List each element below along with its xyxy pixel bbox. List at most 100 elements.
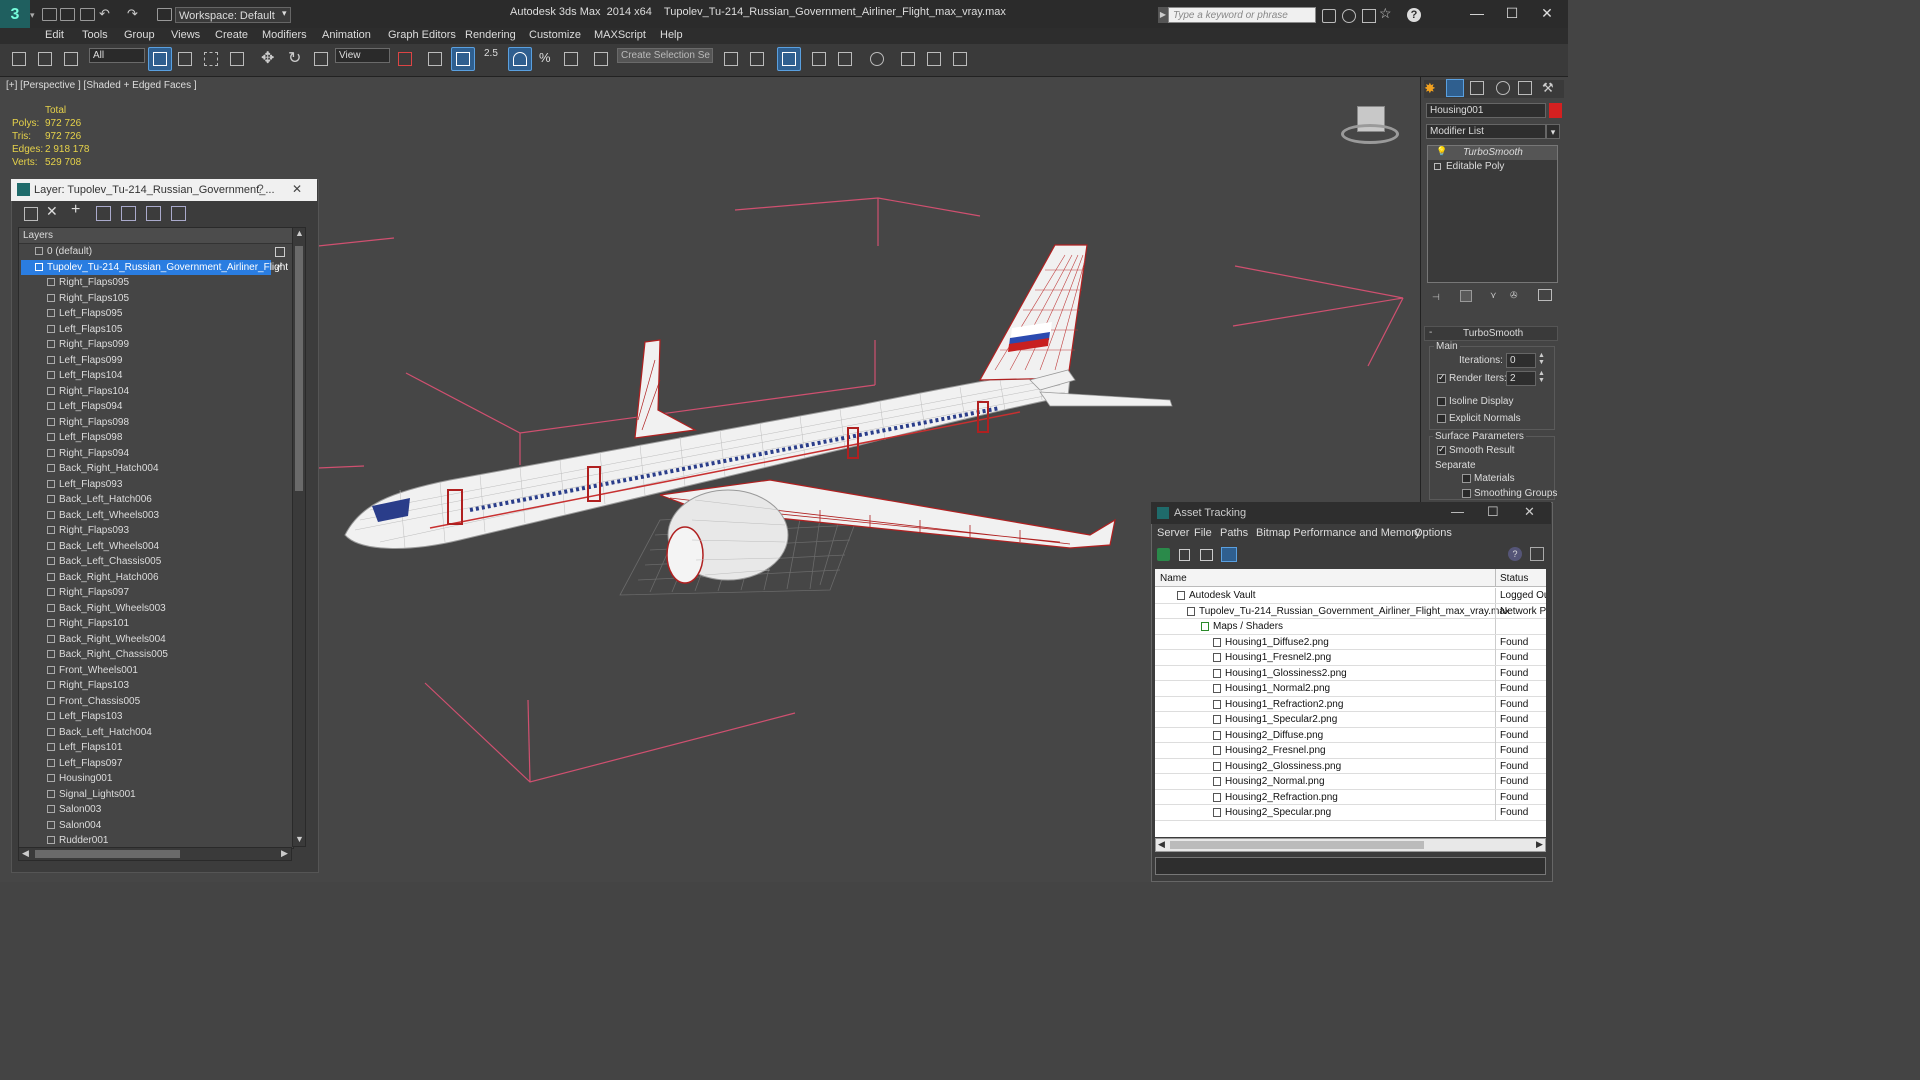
angle-snap-toggle-icon[interactable] [508,47,532,71]
layer-object-row[interactable]: Right_Flaps098 [19,415,293,430]
layer-object-row[interactable]: Right_Flaps094 [19,446,293,461]
menu-views[interactable]: Views [171,28,200,44]
layer-object-row[interactable]: Rudder001 [19,833,293,848]
isoline-display-checkbox[interactable] [1437,397,1446,406]
use-pivot-center-icon[interactable] [394,48,416,70]
viewport-label[interactable]: [+] [Perspective ] [Shaded + Edged Faces… [6,80,197,91]
select-and-link-icon[interactable] [8,48,30,70]
smooth-result-checkbox[interactable]: ✓ [1437,444,1446,455]
asset-row[interactable]: Housing2_Diffuse.png Found [1155,727,1546,743]
highlight-layer-icon[interactable] [121,206,136,221]
workspace-chevron-icon[interactable]: ▾ [282,8,287,19]
menu-maxscript[interactable]: MAXScript [594,28,646,44]
curve-editor-icon[interactable] [834,48,856,70]
configure-modifier-sets-icon[interactable] [1538,289,1552,301]
asset-maximize-button[interactable]: ☐ [1487,504,1499,520]
selection-filter-dropdown[interactable]: All [89,48,145,63]
modifier-list-chevron-icon[interactable]: ▾ [1546,124,1560,139]
render-production-icon[interactable] [949,48,971,70]
layer-object-row[interactable]: Front_Chassis005 [19,694,293,709]
menu-graph-editors[interactable]: Graph Editors [388,28,456,44]
layer-row[interactable]: 0 (default) [19,244,293,259]
materials-checkbox[interactable] [1462,474,1471,483]
scroll-down-arrow-icon[interactable]: ▼ [295,834,304,844]
create-tab-icon[interactable]: ✸ [1424,80,1436,97]
asset-row[interactable]: Housing2_Specular.png Found [1155,805,1546,821]
asset-row[interactable]: Housing1_Glossiness2.png Found [1155,665,1546,681]
layer-object-row[interactable]: Salon004 [19,818,293,833]
layer-object-row[interactable]: Left_Flaps101 [19,740,293,755]
h-scrollbar-thumb[interactable] [35,850,180,858]
select-and-move-icon[interactable]: ✥ [258,48,280,70]
menu-group[interactable]: Group [124,28,155,44]
graphite-modeling-tools-icon[interactable] [808,48,830,70]
layer-list-vertical-scrollbar[interactable]: ▲ ▼ [292,227,306,847]
layer-manager-titlebar[interactable]: Layer: Tupolev_Tu-214_Russian_Government… [11,179,317,201]
make-unique-icon[interactable]: ⋎ [1490,290,1500,300]
layer-object-row[interactable]: Left_Flaps094 [19,399,293,414]
iterations-spinner-arrows-icon[interactable]: ▲ ▼ [1538,352,1545,366]
freeze-all-layers-icon[interactable] [171,206,186,221]
layer-object-row[interactable]: Salon003 [19,802,293,817]
layer-object-row[interactable]: Left_Flaps095 [19,306,293,321]
app-logo-icon[interactable]: 3 [0,0,30,30]
scrollbar-thumb[interactable] [295,246,303,491]
asset-horizontal-scrollbar[interactable]: ◀ ▶ [1155,838,1546,852]
layer-object-row[interactable]: Right_Flaps104 [19,384,293,399]
rectangular-selection-icon[interactable] [200,48,222,70]
redo-icon[interactable]: ↷ [127,6,138,22]
asset-row[interactable]: Tupolev_Tu-214_Russian_Government_Airlin… [1155,603,1546,619]
menu-create[interactable]: Create [215,28,248,44]
select-objects-in-layer-icon[interactable] [96,206,111,221]
layer-object-row[interactable]: Right_Flaps103 [19,678,293,693]
layer-object-row[interactable]: Back_Right_Wheels003 [19,601,293,616]
menu-animation[interactable]: Animation [322,28,371,44]
display-tab-icon[interactable] [1518,81,1532,95]
modify-tab-icon[interactable] [1446,79,1464,97]
spinner-snap-toggle-icon[interactable] [560,48,582,70]
layer-help-button[interactable]: ? [257,182,264,196]
refresh-icon[interactable] [1157,548,1170,561]
layer-object-row[interactable]: Back_Left_Wheels003 [19,508,293,523]
render-setup-icon[interactable] [897,48,919,70]
menu-customize[interactable]: Customize [529,28,581,44]
layer-row-selected[interactable]: Tupolev_Tu-214_Russian_Government_Airlin… [19,259,293,275]
asset-menu-options[interactable]: Options [1414,527,1452,539]
asset-scroll-right-icon[interactable]: ▶ [1536,839,1543,850]
layer-object-row[interactable]: Left_Flaps104 [19,368,293,383]
layer-object-row[interactable]: Right_Flaps105 [19,291,293,306]
modifier-stack-item[interactable]: Editable Poly [1428,160,1557,174]
select-by-name-icon[interactable] [174,48,196,70]
layer-list-horizontal-scrollbar[interactable]: ◀ ▶ [18,847,292,861]
turbosmooth-rollout-header[interactable]: - TurboSmooth [1424,326,1558,341]
scroll-up-arrow-icon[interactable]: ▲ [295,228,304,238]
render-iters-checkbox[interactable]: ✓ [1437,372,1446,383]
undo-icon[interactable]: ↶ [99,6,110,22]
menu-tools[interactable]: Tools [82,28,108,44]
layer-object-row[interactable]: Right_Flaps095 [19,275,293,290]
layer-object-row[interactable]: Signal_Lights001 [19,787,293,802]
help-search-input[interactable]: Type a keyword or phrase [1168,7,1316,23]
save-file-icon[interactable] [80,8,95,21]
help-icon[interactable]: ? [1407,8,1421,22]
open-file-icon[interactable] [60,8,75,21]
scroll-right-arrow-icon[interactable]: ▶ [281,848,288,859]
layer-close-button[interactable]: ✕ [292,182,302,196]
layer-object-row[interactable]: Back_Right_Hatch004 [19,461,293,476]
remove-modifier-icon[interactable]: ✇ [1510,290,1520,300]
render-iters-spinner[interactable]: 2 [1506,371,1536,386]
asset-table[interactable]: Name Status Autodesk Vault Logged Ou Tupol… [1155,569,1546,837]
show-end-result-icon[interactable] [1460,290,1472,302]
asset-row[interactable]: Housing1_Diffuse2.png Found [1155,634,1546,650]
align-icon[interactable] [746,48,768,70]
select-and-scale-icon[interactable] [310,48,332,70]
percent-snap-toggle-icon[interactable]: % [534,48,556,70]
asset-menu-file[interactable]: File [1194,527,1212,539]
new-file-icon[interactable] [42,8,57,21]
asset-menu-paths[interactable]: Paths [1220,527,1248,539]
smoothing-groups-checkbox[interactable] [1462,489,1471,498]
subscription-icon[interactable] [1362,9,1376,23]
keyboard-shortcut-override-icon[interactable] [451,47,475,71]
layer-object-row[interactable]: Left_Flaps097 [19,756,293,771]
add-to-layer-icon[interactable]: + [71,201,80,219]
